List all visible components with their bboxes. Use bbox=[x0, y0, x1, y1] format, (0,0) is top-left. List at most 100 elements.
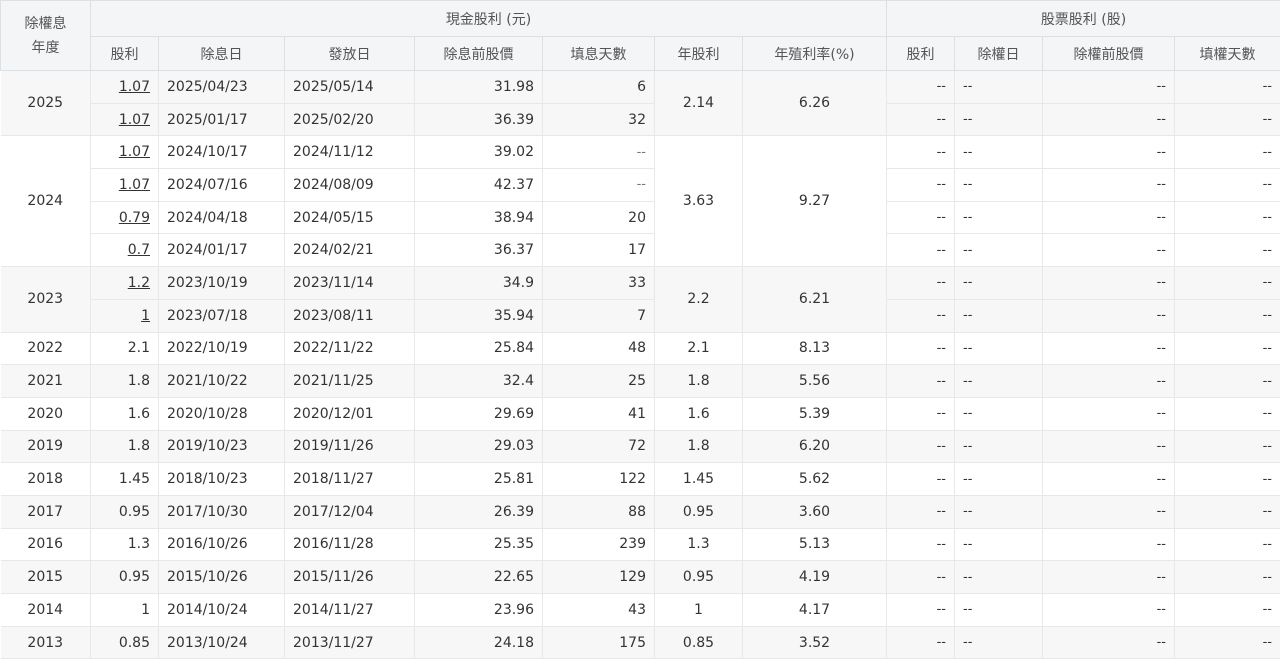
pay-date-cell: 2025/02/20 bbox=[284, 102, 415, 137]
ex-rights-date-cell: -- bbox=[954, 70, 1043, 104]
dividend-cell[interactable]: 1.07 bbox=[90, 102, 159, 137]
annual-yield-cell: 4.19 bbox=[742, 560, 887, 594]
pay-date-cell: 2013/11/27 bbox=[284, 625, 415, 660]
year-group-2025: 2025 1.07 2025/04/23 2025/05/14 31.98 6 … bbox=[0, 69, 1280, 137]
dividend-link[interactable]: 1 bbox=[141, 308, 150, 324]
rights-fill-days-cell: -- bbox=[1174, 233, 1280, 268]
table-row: 1.07 2025/01/17 2025/02/20 36.39 32 -- -… bbox=[1, 102, 1280, 137]
dividend-cell[interactable]: 1 bbox=[90, 298, 159, 333]
dividend-link[interactable]: 1.07 bbox=[119, 112, 150, 128]
pre-ex-rights-price-cell: -- bbox=[1042, 135, 1175, 170]
dividend-link[interactable]: 0.7 bbox=[128, 242, 150, 258]
annual-yield-cell: 5.39 bbox=[742, 396, 887, 431]
dividend-link[interactable]: 1.07 bbox=[119, 144, 150, 160]
fill-days-cell: 48 bbox=[542, 331, 655, 366]
dividend-link[interactable]: 1.2 bbox=[128, 275, 150, 291]
fill-days-cell: 129 bbox=[542, 560, 655, 594]
rights-fill-days-cell: -- bbox=[1174, 429, 1280, 464]
rights-fill-days-cell: -- bbox=[1174, 168, 1280, 202]
annual-dividend-cell: 1.8 bbox=[654, 429, 743, 464]
price-cell: 22.65 bbox=[414, 560, 543, 594]
ex-dividend-date-col-header: 除息日 bbox=[158, 36, 285, 71]
ex-rights-date-col-header: 除權日 bbox=[954, 36, 1043, 71]
table-row: 2017 0.95 2017/10/30 2017/12/04 26.39 88… bbox=[0, 494, 1280, 529]
fill-days-cell: 17 bbox=[542, 233, 655, 268]
fill-days-cell: 33 bbox=[542, 266, 655, 300]
rights-fill-days-col-header: 填權天數 bbox=[1174, 36, 1280, 71]
year-cell: 2021 bbox=[0, 364, 91, 398]
pre-ex-rights-price-cell: -- bbox=[1042, 233, 1175, 268]
ex-date-cell: 2014/10/24 bbox=[158, 593, 285, 627]
dividend-cell[interactable]: 1.2 bbox=[90, 266, 159, 300]
ex-date-cell: 2023/07/18 bbox=[158, 298, 285, 333]
stock-dividend-cell: -- bbox=[886, 560, 955, 594]
price-cell: 31.98 bbox=[414, 70, 543, 104]
dividend-link[interactable]: 1.07 bbox=[119, 177, 150, 193]
annual-yield-cell: 3.52 bbox=[742, 625, 887, 660]
rights-fill-days-cell: -- bbox=[1174, 102, 1280, 137]
rights-fill-days-cell: -- bbox=[1174, 135, 1280, 170]
ex-date-cell: 2016/10/26 bbox=[158, 527, 285, 562]
fill-days-cell: 20 bbox=[542, 200, 655, 235]
price-cell: 36.37 bbox=[414, 233, 543, 268]
fill-days-cell: 122 bbox=[542, 462, 655, 496]
stock-dividend-col-header: 股利 bbox=[886, 36, 955, 71]
fill-days-cell: 7 bbox=[542, 298, 655, 333]
pre-ex-rights-price-cell: -- bbox=[1042, 527, 1175, 562]
dividend-history-table: 除權息 年度 現金股利 (元) 股票股利 (股) 股利 除息日 發放日 除息前股… bbox=[0, 0, 1280, 660]
annual-yield-cell: 5.62 bbox=[742, 462, 887, 496]
ex-rights-date-cell: -- bbox=[954, 102, 1043, 137]
table-row: 2018 1.45 2018/10/23 2018/11/27 25.81 12… bbox=[0, 462, 1280, 496]
pre-ex-rights-price-cell: -- bbox=[1042, 429, 1175, 464]
dividend-cell: 1.8 bbox=[90, 364, 159, 398]
dividend-cell[interactable]: 1.07 bbox=[90, 135, 159, 170]
price-cell: 42.37 bbox=[414, 168, 543, 202]
pre-ex-price-col-header: 除息前股價 bbox=[414, 36, 543, 71]
stock-dividend-cell: -- bbox=[886, 331, 955, 366]
annual-dividend-cell: 1.8 bbox=[654, 364, 743, 398]
price-cell: 29.03 bbox=[414, 429, 543, 464]
fill-days-cell: 41 bbox=[542, 396, 655, 431]
annual-yield-col-header: 年殖利率(%) bbox=[742, 36, 887, 71]
ex-date-cell: 2024/04/18 bbox=[158, 200, 285, 235]
year-cell: 2014 bbox=[0, 593, 91, 627]
price-cell: 23.96 bbox=[414, 593, 543, 627]
table-row: 2021 1.8 2021/10/22 2021/11/25 32.4 25 1… bbox=[0, 364, 1280, 398]
dividend-cell[interactable]: 0.7 bbox=[90, 233, 159, 268]
fill-days-cell: 32 bbox=[542, 102, 655, 137]
year-cell: 2023 bbox=[0, 266, 91, 333]
price-cell: 32.4 bbox=[414, 364, 543, 398]
rights-fill-days-cell: -- bbox=[1174, 593, 1280, 627]
dividend-cell[interactable]: 0.79 bbox=[90, 200, 159, 235]
annual-dividend-cell: 1.45 bbox=[654, 462, 743, 496]
annual-dividend-cell: 1.3 bbox=[654, 527, 743, 562]
annual-dividend-cell: 2.14 bbox=[654, 69, 743, 137]
price-cell: 38.94 bbox=[414, 200, 543, 235]
pay-date-cell: 2016/11/28 bbox=[284, 527, 415, 562]
pre-ex-rights-price-cell: -- bbox=[1042, 560, 1175, 594]
fill-days-cell: -- bbox=[542, 135, 655, 170]
annual-dividend-cell: 1 bbox=[654, 593, 743, 627]
stock-dividend-cell: -- bbox=[886, 462, 955, 496]
dividend-cell[interactable]: 1.07 bbox=[90, 70, 159, 104]
ex-date-cell: 2018/10/23 bbox=[158, 462, 285, 496]
year-group-2023: 2023 1.2 2023/10/19 2023/11/14 34.9 33 2… bbox=[0, 266, 1280, 333]
pre-ex-rights-price-cell: -- bbox=[1042, 396, 1175, 431]
year-cell: 2016 bbox=[0, 527, 91, 562]
rights-fill-days-cell: -- bbox=[1174, 396, 1280, 431]
ex-rights-date-cell: -- bbox=[954, 200, 1043, 235]
dividend-link[interactable]: 0.79 bbox=[119, 210, 150, 226]
fill-days-cell: 25 bbox=[542, 364, 655, 398]
ex-date-cell: 2023/10/19 bbox=[158, 266, 285, 300]
price-cell: 24.18 bbox=[414, 625, 543, 660]
dividend-link[interactable]: 1.07 bbox=[119, 79, 150, 95]
ex-date-cell: 2013/10/24 bbox=[158, 625, 285, 660]
pay-date-cell: 2024/05/15 bbox=[284, 200, 415, 235]
ex-rights-date-cell: -- bbox=[954, 364, 1043, 398]
stock-dividend-cell: -- bbox=[886, 396, 955, 431]
dividend-cell: 0.95 bbox=[90, 560, 159, 594]
annual-yield-cell: 8.13 bbox=[742, 331, 887, 366]
annual-yield-cell: 6.21 bbox=[742, 266, 887, 333]
dividend-cell[interactable]: 1.07 bbox=[90, 168, 159, 202]
pre-ex-rights-price-cell: -- bbox=[1042, 593, 1175, 627]
